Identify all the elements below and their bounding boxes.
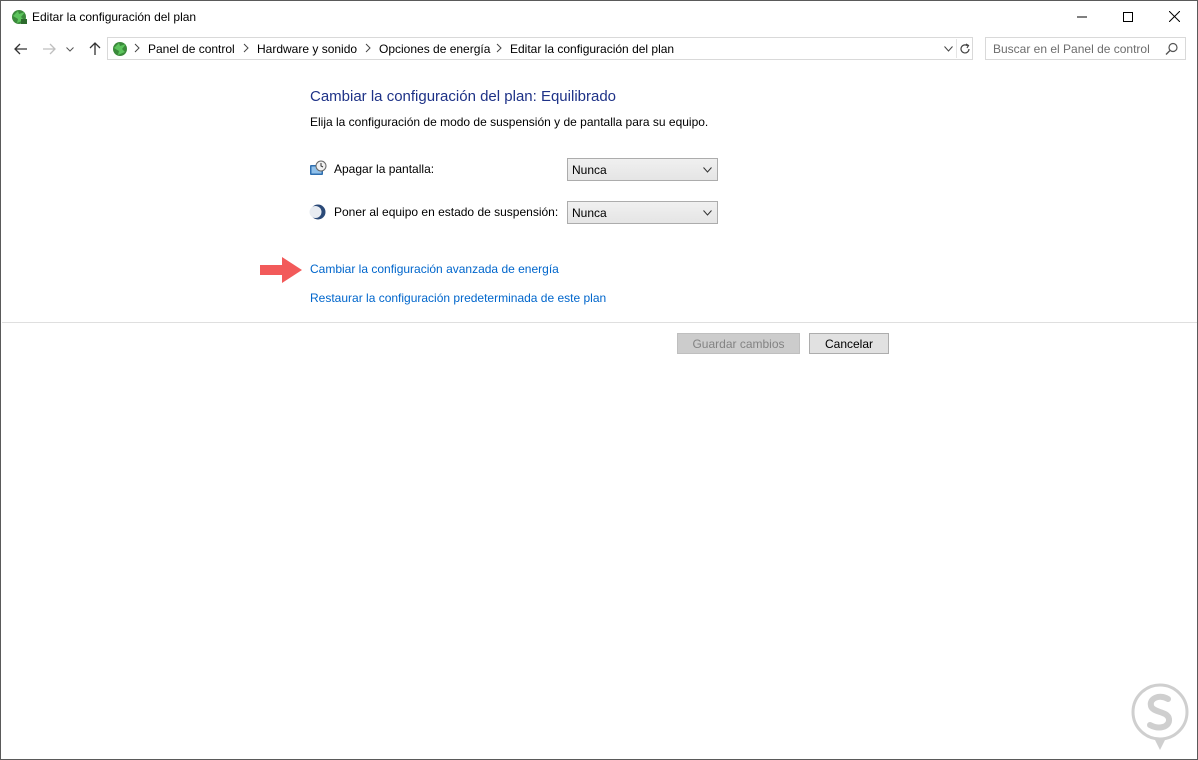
save-changes-button[interactable]: Guardar cambios	[677, 333, 800, 354]
window-title: Editar la configuración del plan	[32, 10, 197, 24]
address-history-button[interactable]	[940, 40, 956, 57]
breadcrumb-editar-configuracion[interactable]: Editar la configuración del plan	[510, 42, 674, 56]
up-button[interactable]	[85, 39, 105, 59]
refresh-icon	[960, 42, 970, 53]
sleep-label: Poner al equipo en estado de suspensión:	[334, 205, 559, 219]
maximize-button[interactable]	[1105, 1, 1151, 32]
arrow-up-icon	[89, 42, 101, 55]
arrow-right-icon	[43, 43, 56, 55]
moon-icon	[309, 204, 326, 220]
display-off-select[interactable]: Nunca	[567, 158, 718, 181]
divider	[2, 322, 1197, 323]
page-subtitle: Elija la configuración de modo de suspen…	[310, 115, 709, 129]
arrow-left-icon	[14, 43, 27, 55]
back-button[interactable]	[11, 39, 31, 59]
breadcrumb-separator-icon	[243, 43, 249, 53]
close-icon	[1168, 11, 1180, 22]
power-options-icon	[12, 10, 27, 24]
address-bar[interactable]: Panel de control Hardware y sonido Opcio…	[107, 37, 973, 60]
sleep-select[interactable]: Nunca	[567, 201, 718, 224]
chevron-down-icon	[703, 210, 712, 216]
control-panel-icon	[113, 42, 127, 56]
close-button[interactable]	[1151, 1, 1197, 32]
breadcrumb-hardware-y-sonido[interactable]: Hardware y sonido	[257, 42, 357, 56]
minimize-button[interactable]	[1059, 1, 1105, 32]
breadcrumb-opciones-de-energia[interactable]: Opciones de energía	[379, 42, 490, 56]
restore-defaults-link[interactable]: Restaurar la configuración predeterminad…	[310, 291, 606, 305]
search-box[interactable]: Buscar en el Panel de control	[985, 37, 1186, 60]
advanced-settings-link[interactable]: Cambiar la configuración avanzada de ene…	[310, 262, 559, 276]
search-icon	[1165, 42, 1178, 55]
chevron-down-icon	[703, 167, 712, 173]
refresh-button[interactable]	[956, 39, 973, 58]
watermark-logo	[1131, 683, 1189, 750]
recent-locations-button[interactable]	[64, 39, 76, 59]
navigation-bar: Panel de control Hardware y sonido Opcio…	[1, 35, 1197, 63]
search-placeholder: Buscar en el Panel de control	[993, 42, 1150, 56]
breadcrumb-separator-icon	[496, 43, 502, 53]
maximize-icon	[1123, 11, 1133, 22]
minimize-icon	[1077, 16, 1087, 17]
chevron-down-icon	[943, 45, 953, 52]
page-heading: Cambiar la configuración del plan: Equil…	[310, 88, 617, 105]
breadcrumb-panel-de-control[interactable]: Panel de control	[148, 42, 235, 56]
window: Editar la configuración del plan Panel d…	[0, 0, 1198, 760]
display-off-label: Apagar la pantalla:	[334, 162, 435, 176]
pointer-arrow-icon	[260, 257, 302, 283]
monitor-clock-icon	[310, 160, 327, 175]
cancel-button[interactable]: Cancelar	[809, 333, 889, 354]
breadcrumb-separator-icon	[134, 43, 140, 53]
sleep-value: Nunca	[572, 206, 607, 220]
display-off-value: Nunca	[572, 163, 607, 177]
title-bar: Editar la configuración del plan	[1, 1, 1197, 33]
chevron-down-icon	[66, 46, 74, 52]
breadcrumb-separator-icon	[365, 43, 371, 53]
forward-button[interactable]	[39, 39, 59, 59]
